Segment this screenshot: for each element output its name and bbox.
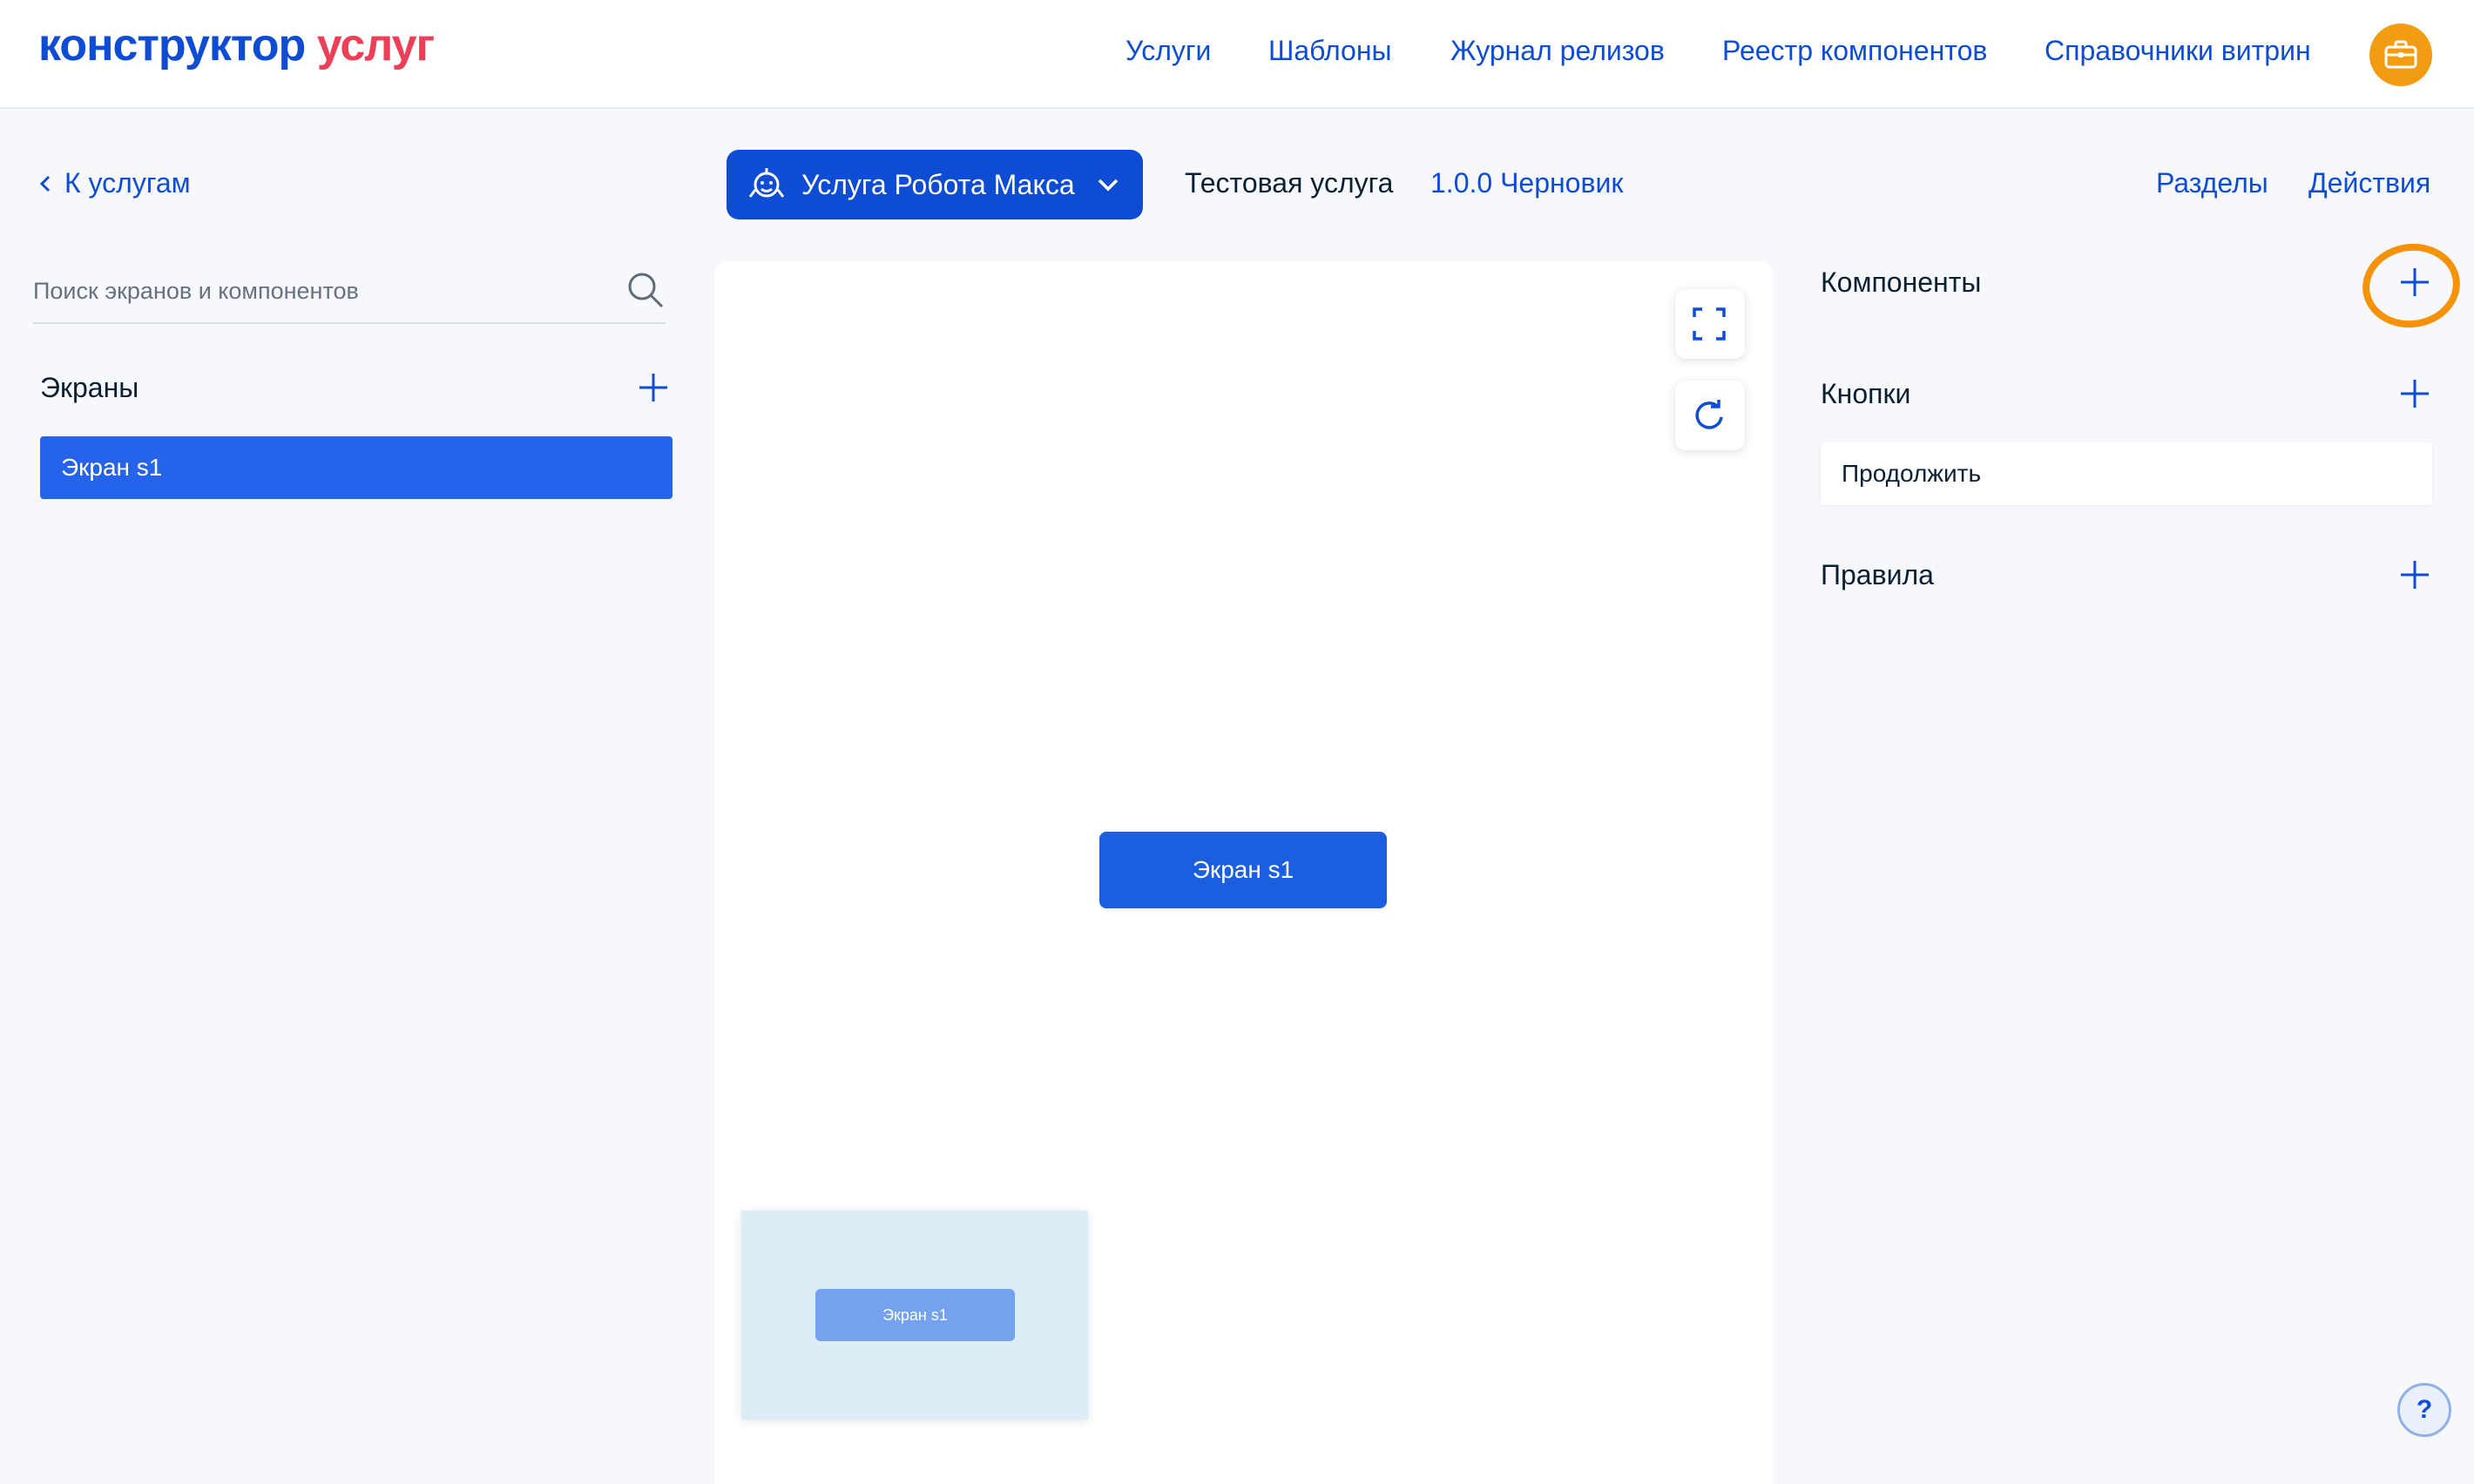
chevron-down-icon (1098, 179, 1118, 192)
robot-icon (748, 168, 785, 198)
plus-icon (2401, 561, 2429, 589)
chevron-left-icon (39, 175, 51, 192)
back-to-services-link[interactable]: К услугам (38, 167, 191, 199)
service-selector-dropdown[interactable]: Услуга Робота Макса (727, 150, 1143, 219)
nav-item-templates[interactable]: Шаблоны (1268, 35, 1392, 67)
minimap[interactable]: Экран s1 (741, 1211, 1088, 1420)
flow-canvas[interactable]: Экран s1 Экран s1 (714, 261, 1773, 1484)
screen-node[interactable]: Экран s1 (1099, 832, 1387, 908)
sections-link[interactable]: Разделы (2156, 167, 2268, 199)
components-section-title: Компоненты (1821, 266, 1982, 298)
rules-section-title: Правила (1821, 559, 1934, 590)
briefcase-icon (2384, 40, 2417, 69)
search-input[interactable] (33, 273, 591, 308)
buttons-section-title: Кнопки (1821, 378, 1911, 409)
profile-button[interactable] (2369, 24, 2432, 86)
plus-icon (639, 374, 667, 401)
service-selector-label: Услуга Робота Макса (801, 168, 1075, 200)
version-link[interactable]: 1.0.0 Черновик (1430, 167, 1623, 199)
add-rule-button[interactable] (2396, 556, 2434, 594)
highlight-circle-annotation (2356, 237, 2466, 334)
actions-link[interactable]: Действия (2308, 167, 2430, 199)
add-button-button[interactable] (2396, 374, 2434, 413)
minimap-node: Экран s1 (815, 1289, 1015, 1341)
screens-section-title: Экраны (40, 372, 139, 403)
top-header: конструктор услуг Услуги Шаблоны Журнал … (0, 0, 2474, 109)
nav-item-release-log[interactable]: Журнал релизов (1450, 35, 1665, 67)
button-list-item[interactable]: Продолжить (1821, 442, 2432, 505)
search-icon[interactable] (625, 270, 666, 310)
help-button[interactable]: ? (2397, 1383, 2451, 1437)
refresh-icon (1695, 400, 1723, 429)
nav-item-showcase-directories[interactable]: Справочники витрин (2045, 35, 2311, 67)
plus-icon (2401, 380, 2429, 408)
add-screen-button[interactable] (634, 368, 673, 407)
back-link-label: К услугам (64, 167, 191, 199)
nav-item-component-registry[interactable]: Реестр компонентов (1722, 35, 1987, 67)
fullscreen-icon (1693, 307, 1726, 341)
screen-list-item[interactable]: Экран s1 (40, 436, 673, 499)
main-nav: Услуги Шаблоны Журнал релизов Реестр ком… (0, 35, 2474, 70)
nav-item-services[interactable]: Услуги (1125, 35, 1211, 67)
search-field (33, 261, 666, 324)
service-name: Тестовая услуга (1185, 167, 1394, 199)
